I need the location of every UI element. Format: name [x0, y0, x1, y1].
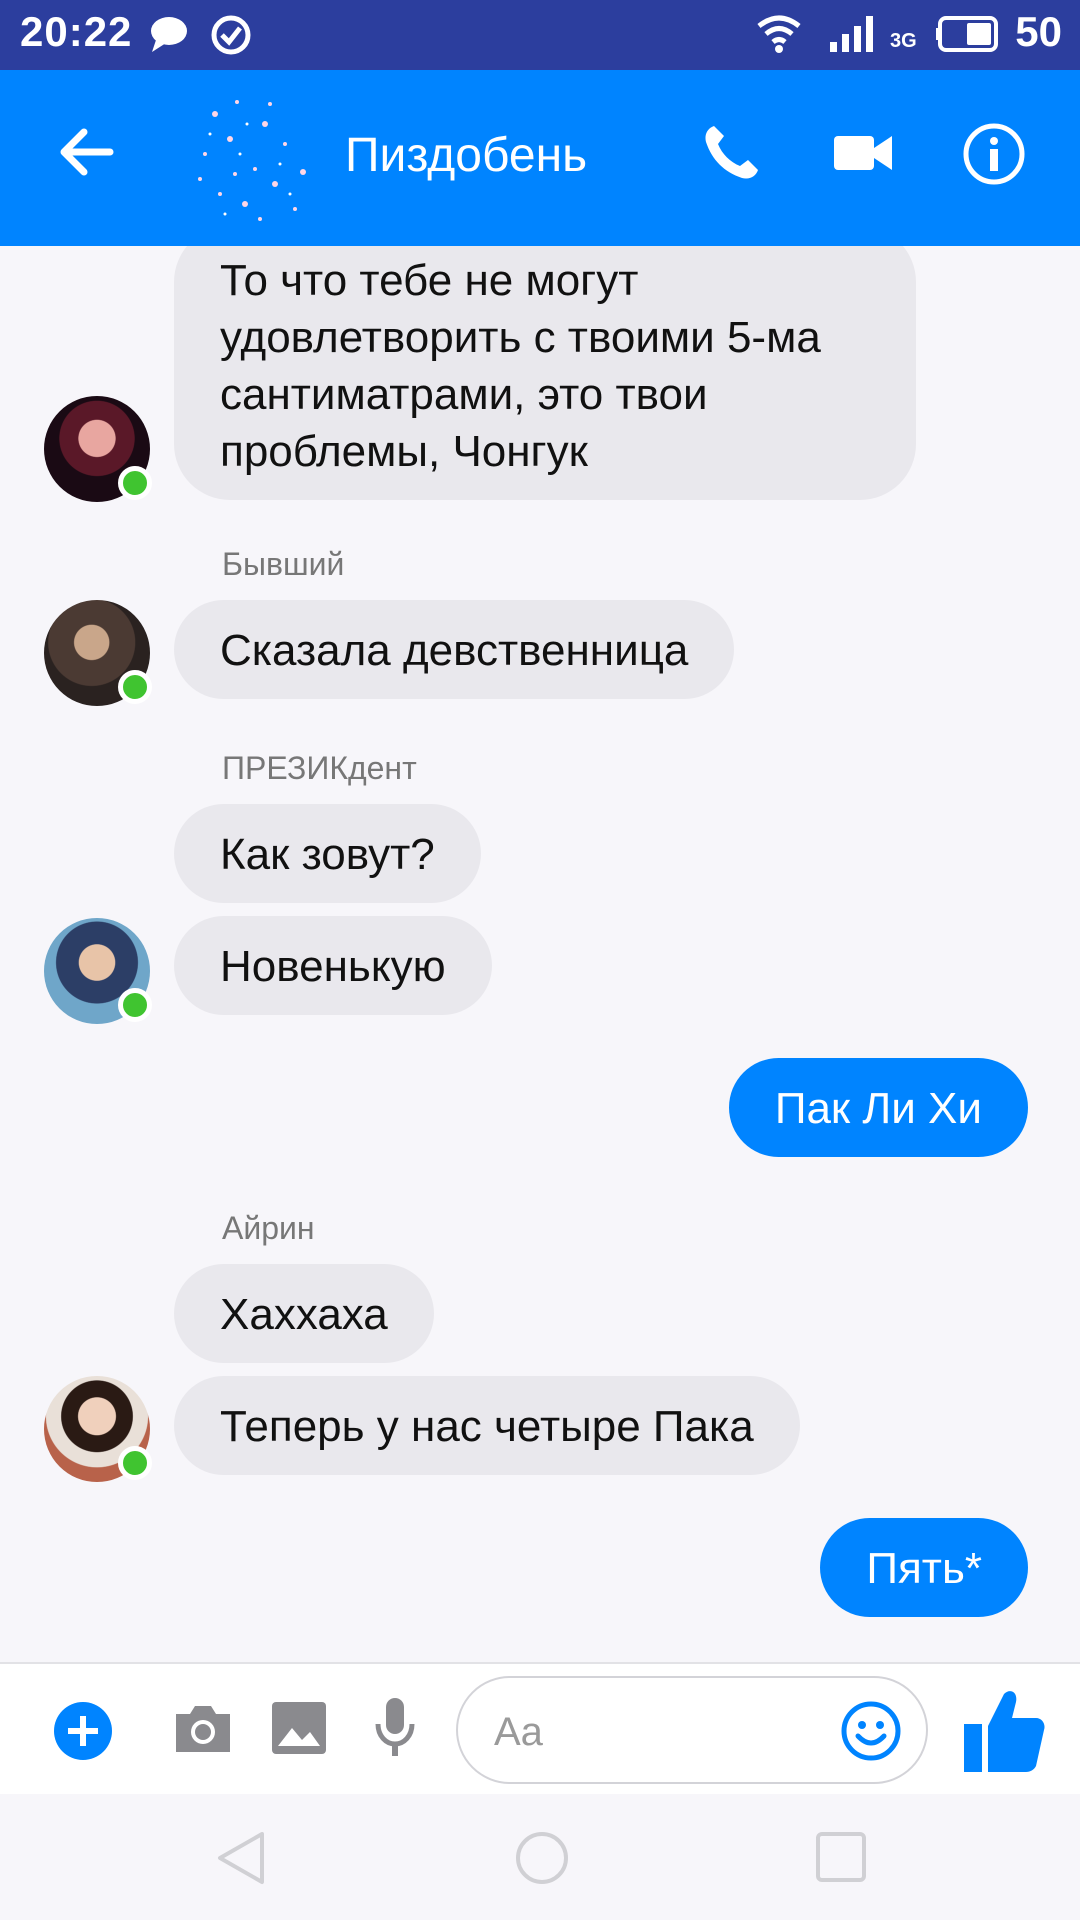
nav-home-icon[interactable]	[514, 1830, 570, 1891]
video-camera-icon[interactable]	[832, 122, 894, 189]
message-bubble[interactable]: Новенькую	[174, 916, 492, 1015]
back-arrow-icon[interactable]	[56, 122, 116, 187]
sender-name: ПРЕЗИКдент	[222, 750, 417, 786]
image-icon[interactable]	[270, 1700, 328, 1761]
message-list[interactable]: То что тебе не могут удовлетворить с тво…	[0, 246, 1080, 1662]
network-type: 3G	[890, 30, 917, 52]
status-time: 20:22	[20, 8, 133, 55]
message-bubble-outgoing[interactable]: Пять*	[820, 1518, 1028, 1617]
message-text: Сказала девственница	[220, 626, 689, 675]
phone-icon[interactable]	[700, 122, 762, 189]
message-text: То что тебе не могут удовлетворить с тво…	[220, 256, 821, 476]
message-bubble[interactable]: То что тебе не могут удовлетворить с тво…	[174, 246, 916, 500]
online-status-dot	[118, 1446, 152, 1480]
status-bar: 20:22 3G 50	[0, 0, 1080, 70]
chat-bubble-icon	[148, 14, 190, 59]
wifi-icon	[756, 14, 802, 59]
online-status-dot	[118, 988, 152, 1022]
message-text: Пять*	[866, 1544, 982, 1593]
message-input[interactable]	[494, 1704, 814, 1760]
conversation-title[interactable]: Пиздобень	[345, 128, 587, 183]
message-text: Хаххаха	[220, 1290, 388, 1339]
message-text: Пак Ли Хи	[774, 1084, 982, 1133]
camera-icon[interactable]	[172, 1700, 234, 1763]
signal-icon	[828, 14, 878, 59]
microphone-icon[interactable]	[372, 1696, 418, 1765]
nav-recents-icon[interactable]	[814, 1830, 868, 1889]
message-text: Новенькую	[220, 942, 446, 991]
thumbs-up-icon[interactable]	[960, 1686, 1046, 1781]
message-bubble[interactable]: Теперь у нас четыре Пака	[174, 1376, 800, 1475]
battery-percent: 50	[1015, 8, 1062, 55]
online-status-dot	[118, 670, 152, 704]
emoji-icon[interactable]	[840, 1700, 902, 1767]
system-nav-bar	[0, 1794, 1080, 1920]
plus-icon[interactable]	[52, 1700, 114, 1767]
message-input-container[interactable]	[456, 1676, 928, 1784]
group-avatar[interactable]	[175, 84, 325, 234]
message-bubble[interactable]: Сказала девственница	[174, 600, 735, 699]
battery-icon	[934, 14, 1000, 59]
message-bubble[interactable]: Хаххаха	[174, 1264, 434, 1363]
nav-back-icon[interactable]	[214, 1830, 268, 1891]
info-icon[interactable]	[962, 122, 1026, 191]
conversation-header: Пиздобень	[0, 70, 1080, 246]
online-status-dot	[118, 466, 152, 500]
message-bubble-outgoing[interactable]: Пак Ли Хи	[728, 1058, 1028, 1157]
check-circle-icon	[210, 14, 252, 61]
message-text: Теперь у нас четыре Пака	[220, 1402, 754, 1451]
sender-name: Бывший	[222, 546, 345, 582]
sender-name: Айрин	[222, 1210, 315, 1246]
message-composer	[0, 1662, 1080, 1794]
message-text: Как зовут?	[220, 830, 435, 879]
message-bubble[interactable]: Как зовут?	[174, 804, 481, 903]
